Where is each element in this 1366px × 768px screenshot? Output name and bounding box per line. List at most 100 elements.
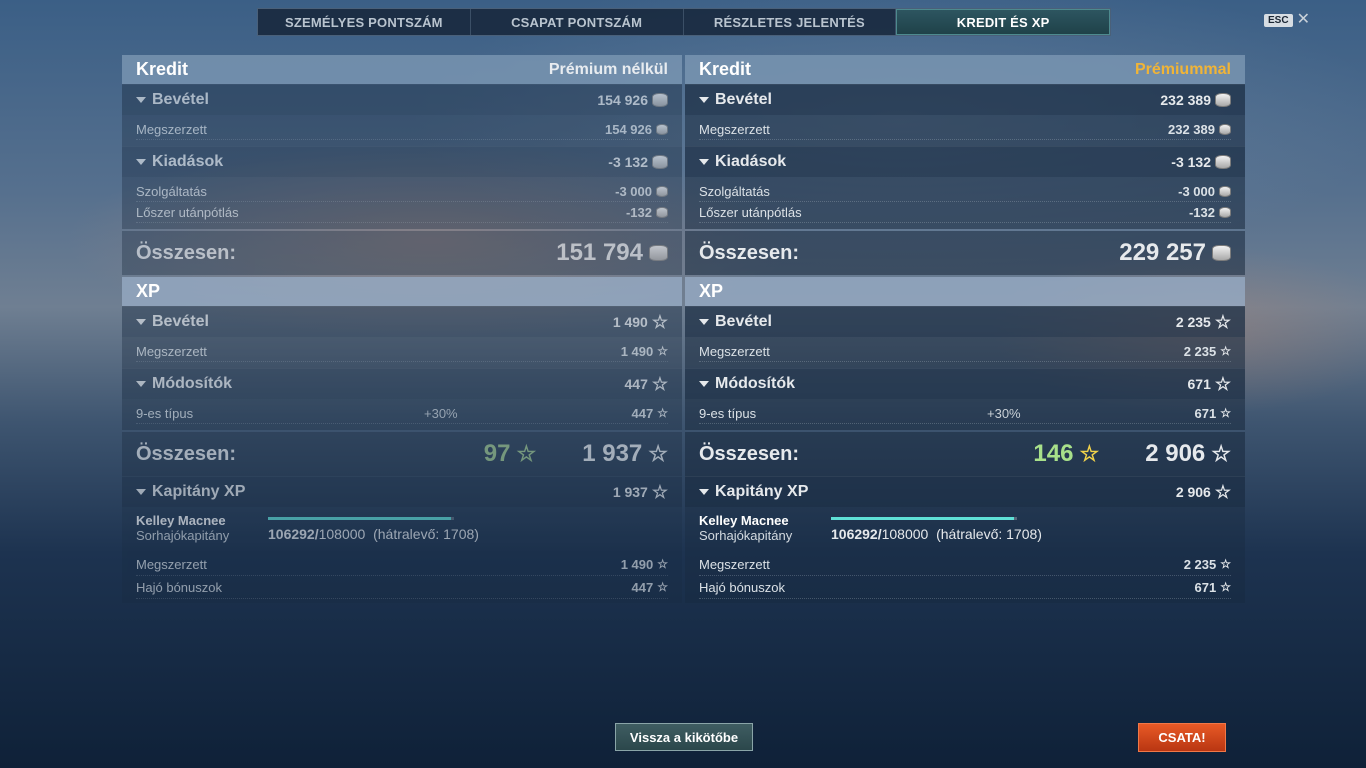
xp-total: Összesen: 146 ☆ 2 906 ☆: [685, 432, 1245, 476]
list-item: 9-es típus +30% 671 ☆: [699, 403, 1231, 424]
row-label: Hajó bónuszok: [136, 579, 222, 595]
xp-income-group[interactable]: Bevétel 2 235 ☆: [685, 306, 1245, 337]
tab-bar: SZEMÉLYES PONTSZÁM CSAPAT PONTSZÁM RÉSZL…: [257, 8, 1111, 36]
captain-xp-current: 106292/: [268, 526, 319, 542]
xp-modifiers-group[interactable]: Módosítók 447 ☆: [122, 368, 682, 399]
xp-star-icon: ☆: [1220, 580, 1231, 594]
credit-header: Kredit Prémium nélkül: [122, 55, 682, 84]
row-value: 154 926: [605, 121, 652, 137]
total-value: 2 906: [1145, 440, 1206, 467]
list-item: Szolgáltatás -3 000: [699, 181, 1231, 202]
group-value: 2 906: [1175, 484, 1211, 500]
triangle-down-icon: [136, 319, 146, 325]
credit-title: Kredit: [136, 59, 189, 79]
credit-expenses-group[interactable]: Kiadások -3 132: [685, 146, 1245, 177]
list-item: Megszerzett 1 490 ☆: [136, 341, 668, 362]
panel-subtitle: Prémiummal: [1134, 60, 1231, 78]
group-value: -3 132: [1171, 154, 1211, 170]
xp-star-icon: ☆: [1220, 557, 1231, 571]
captain-rank: Sorhajókapitány: [699, 528, 793, 543]
credit-expenses-group[interactable]: Kiadások -3 132: [122, 146, 682, 177]
close-button[interactable]: ESC ✕: [1264, 12, 1310, 28]
credit-income-group[interactable]: Bevétel 154 926: [122, 84, 682, 115]
triangle-down-icon: [136, 159, 146, 165]
tab-personal-score[interactable]: SZEMÉLYES PONTSZÁM: [258, 9, 471, 35]
row-value: 2 235: [1183, 556, 1217, 572]
xp-header: XP: [122, 277, 682, 306]
total-label: Összesen:: [699, 442, 800, 465]
captain-progress-bar: [268, 517, 454, 520]
captain-name: Kelley Macnee: [136, 513, 226, 528]
close-icon[interactable]: ✕: [1297, 12, 1310, 28]
xp-star-icon: ☆: [1211, 441, 1231, 466]
group-value: 1 937: [612, 484, 648, 500]
row-label: 9-es típus: [136, 405, 194, 421]
captain-xp-max: 108000: [881, 526, 929, 542]
group-value: 2 235: [1175, 314, 1211, 330]
triangle-down-icon: [699, 97, 709, 103]
credit-coin-icon: [656, 123, 668, 135]
credit-coin-icon: [1215, 155, 1231, 169]
tab-credit-xp[interactable]: KREDIT ÉS XP: [896, 9, 1110, 35]
row-value: 447: [631, 405, 654, 421]
total-value: 1 937: [582, 440, 643, 467]
xp-star-icon: ☆: [657, 557, 668, 571]
return-to-port-button[interactable]: Vissza a kikötőbe: [615, 723, 753, 751]
group-value: 671: [1187, 376, 1211, 392]
xp-star-icon: ☆: [657, 344, 668, 358]
xp-title: XP: [136, 281, 161, 301]
row-value: -132: [625, 204, 652, 220]
list-item: Megszerzett 232 389: [699, 119, 1231, 140]
row-value: -3 000: [1178, 183, 1215, 199]
triangle-down-icon: [699, 159, 709, 165]
xp-star-icon: ☆: [651, 482, 668, 502]
triangle-down-icon: [699, 489, 709, 495]
credit-income-group[interactable]: Bevétel 232 389: [685, 84, 1245, 115]
credit-coin-icon: [1219, 206, 1231, 218]
credit-coin-icon: [649, 245, 668, 261]
captain-info: Kelley Macnee Sorhajókapitány 106292/108…: [122, 507, 682, 603]
list-item: Megszerzett 1 490 ☆: [136, 553, 668, 576]
captain-xp-remaining: (hátralevő: 1708): [936, 526, 1042, 542]
credit-coin-icon: [652, 155, 668, 169]
captain-xp-max: 108000: [318, 526, 366, 542]
credit-coin-icon: [656, 206, 668, 218]
group-label: Kapitány XP: [715, 483, 809, 500]
esc-key-badge: ESC: [1264, 13, 1293, 27]
captain-xp-current: 106292/: [831, 526, 882, 542]
xp-modifiers-group[interactable]: Módosítók 671 ☆: [685, 368, 1245, 399]
list-item: Lőszer utánpótlás -132: [699, 202, 1231, 223]
bonus-xp-value: 146: [1033, 440, 1074, 467]
credit-coin-icon: [1219, 185, 1231, 197]
total-value: 151 794: [556, 239, 643, 266]
row-label: Megszerzett: [136, 343, 207, 359]
panel-premium: Kredit Prémiummal Bevétel 232 389 Megsze…: [685, 55, 1245, 603]
captain-xp-group[interactable]: Kapitány XP 1 937 ☆: [122, 476, 682, 507]
xp-header: XP: [685, 277, 1245, 306]
group-label: Módosítók: [715, 375, 795, 392]
triangle-down-icon: [136, 381, 146, 387]
xp-income-group[interactable]: Bevétel 1 490 ☆: [122, 306, 682, 337]
group-label: Kiadások: [152, 153, 224, 170]
battle-button[interactable]: CSATA!: [1138, 723, 1226, 752]
row-value: 2 235: [1183, 343, 1217, 359]
xp-star-icon: ☆: [1214, 374, 1231, 394]
row-label: 9-es típus: [699, 405, 757, 421]
captain-xp-group[interactable]: Kapitány XP 2 906 ☆: [685, 476, 1245, 507]
captain-xp-remaining: (hátralevő: 1708): [373, 526, 479, 542]
row-value: 232 389: [1168, 121, 1215, 137]
total-label: Összesen:: [699, 241, 800, 264]
group-label: Kiadások: [715, 153, 787, 170]
xp-star-icon: ☆: [657, 580, 668, 594]
row-value: -132: [1188, 204, 1215, 220]
row-label: Szolgáltatás: [699, 183, 770, 199]
list-item: Hajó bónuszok 447 ☆: [136, 576, 668, 599]
group-value: -3 132: [608, 154, 648, 170]
row-value: 671: [1194, 405, 1217, 421]
row-label: Megszerzett: [699, 343, 770, 359]
captain-progress-fill: [268, 517, 452, 520]
tab-detailed-report[interactable]: RÉSZLETES JELENTÉS: [684, 9, 897, 35]
list-item: Megszerzett 2 235 ☆: [699, 341, 1231, 362]
group-label: Bevétel: [715, 91, 772, 108]
tab-team-score[interactable]: CSAPAT PONTSZÁM: [471, 9, 684, 35]
